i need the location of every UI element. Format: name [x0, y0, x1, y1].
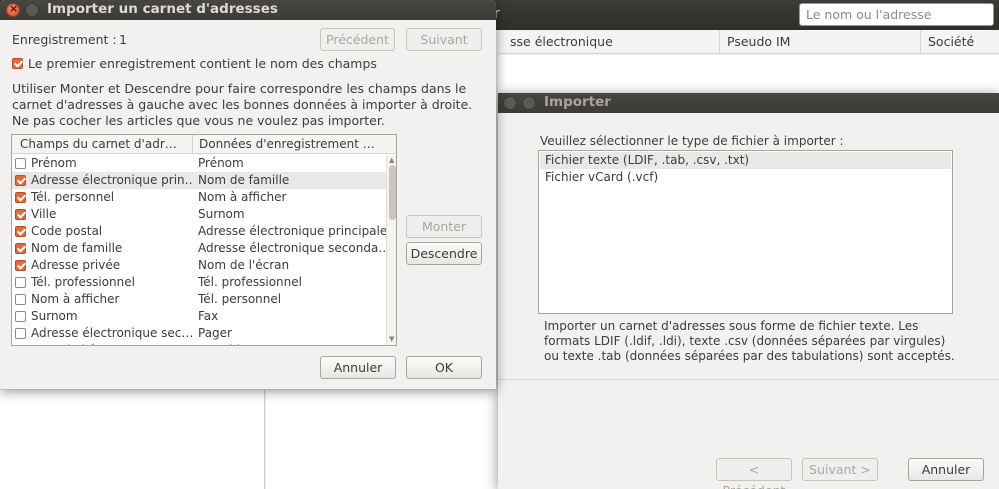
- record-data-value: Nom de l'écran: [198, 258, 290, 272]
- column-divider: [920, 30, 921, 54]
- record-data-value: Nom de famille: [198, 173, 290, 187]
- record-data-value: Portable: [198, 343, 386, 345]
- search-input[interactable]: Le nom ou l'adresse: [799, 3, 994, 26]
- record-data-value: Fax: [198, 309, 219, 323]
- file-type-prompt: Veuillez sélectionner le type de fichier…: [540, 134, 844, 148]
- wizard-cancel-button[interactable]: Annuler: [908, 458, 984, 481]
- address-book-field: Adresse électronique prin…: [31, 173, 194, 187]
- table-row[interactable]: Nom de famille Adresse électronique secon…: [12, 240, 386, 257]
- table-row[interactable]: Prénom Prénom: [12, 155, 386, 172]
- address-book-field: Ville: [31, 207, 57, 221]
- contacts-pane: [266, 390, 498, 489]
- table-row[interactable]: Adresse électronique sec… Pager: [12, 325, 386, 342]
- scroll-down-icon[interactable]: ▼: [389, 335, 394, 343]
- table-header: Champs du carnet d'adr… Données d'enregi…: [12, 135, 396, 154]
- address-book-field: Prénom: [31, 156, 77, 170]
- close-icon[interactable]: ×: [6, 2, 20, 17]
- wizard-previous-button[interactable]: < Précédent: [716, 458, 792, 489]
- record-data-value: Nom à afficher: [198, 190, 287, 204]
- field-include-checkbox[interactable]: [15, 345, 26, 346]
- move-up-button[interactable]: Monter: [406, 215, 482, 238]
- field-include-checkbox[interactable]: [15, 260, 26, 271]
- close-icon[interactable]: [503, 96, 517, 110]
- address-book-field: Nom à afficher: [31, 292, 120, 306]
- first-row-header-checkbox[interactable]: [12, 58, 23, 69]
- table-scrollbar[interactable]: ▲ ▼: [386, 155, 396, 345]
- address-book-field: Nom de l'écran: [31, 343, 194, 345]
- address-book-field: Tél. personnel: [31, 190, 115, 204]
- field-include-checkbox[interactable]: [15, 311, 26, 322]
- address-book-directory-pane: [0, 390, 265, 489]
- mapping-instructions: Utiliser Monter et Descendre pour faire …: [12, 81, 473, 128]
- column-company[interactable]: Société: [928, 34, 974, 49]
- field-include-checkbox[interactable]: [15, 328, 26, 339]
- column-email[interactable]: sse électronique: [510, 34, 613, 49]
- file-type-description: Importer un carnet d'adresses sous forme…: [544, 319, 955, 363]
- field-include-checkbox[interactable]: [15, 294, 26, 305]
- table-row[interactable]: Adresse privée Nom de l'écran: [12, 257, 386, 274]
- table-row[interactable]: Nom de l'écran Portable: [12, 342, 386, 346]
- record-label: Enregistrement :: [12, 32, 117, 47]
- record-data-value: Tél. personnel: [198, 292, 282, 306]
- import-address-book-dialog: × Importer un carnet d'adresses Enregist…: [0, 0, 496, 389]
- minimize-icon[interactable]: [522, 96, 536, 110]
- move-down-button[interactable]: Descendre: [406, 242, 482, 265]
- record-data-value: Adresse électronique principale: [198, 224, 386, 238]
- scroll-up-icon[interactable]: ▲: [389, 156, 394, 164]
- table-row[interactable]: Nom à afficher Tél. personnel: [12, 291, 386, 308]
- field-include-checkbox[interactable]: [15, 226, 26, 237]
- file-type-list[interactable]: Fichier texte (LDIF, .tab, .csv, .txt) F…: [538, 150, 953, 314]
- file-type-text[interactable]: Fichier texte (LDIF, .tab, .csv, .txt): [540, 152, 951, 169]
- field-mapping-table[interactable]: Champs du carnet d'adr… Données d'enregi…: [11, 134, 397, 346]
- field-include-checkbox[interactable]: [15, 243, 26, 254]
- cancel-button[interactable]: Annuler: [320, 356, 396, 379]
- minimize-icon[interactable]: [25, 3, 39, 17]
- column-record-data[interactable]: Données d'enregistrement …: [199, 137, 384, 151]
- import-wizard-titlebar: Importer: [498, 93, 999, 113]
- ok-button[interactable]: OK: [406, 356, 482, 379]
- previous-record-button[interactable]: Précédent: [320, 28, 395, 51]
- field-include-checkbox[interactable]: [15, 175, 26, 186]
- table-row[interactable]: Tél. professionnel Tél. professionnel: [12, 274, 386, 291]
- record-data-value: Prénom: [198, 156, 244, 170]
- table-row[interactable]: Tél. personnel Nom à afficher: [12, 189, 386, 206]
- address-book-field: Adresse privée: [31, 258, 121, 272]
- column-divider: [719, 30, 720, 54]
- address-book-field: Nom de famille: [31, 241, 123, 255]
- record-data-value: Tél. professionnel: [198, 275, 302, 289]
- file-type-vcard[interactable]: Fichier vCard (.vcf): [540, 169, 951, 186]
- table-row[interactable]: Ville Surnom: [12, 206, 386, 223]
- first-row-header-label[interactable]: Le premier enregistrement contient le no…: [28, 56, 377, 71]
- field-include-checkbox[interactable]: [15, 158, 26, 169]
- divider: [498, 379, 999, 380]
- record-number: 1: [119, 32, 127, 47]
- field-include-checkbox[interactable]: [15, 209, 26, 220]
- column-im-nick[interactable]: Pseudo IM: [727, 34, 790, 49]
- column-address-book-fields[interactable]: Champs du carnet d'adr…: [20, 137, 188, 151]
- address-book-field: Code postal: [31, 224, 103, 238]
- table-row[interactable]: Adresse électronique prin… Nom de famille: [12, 172, 386, 189]
- import-wizard-title: Importer: [544, 94, 611, 110]
- dialog-titlebar: × Importer un carnet d'adresses: [0, 0, 496, 20]
- column-divider: [192, 135, 193, 154]
- record-data-value: Surnom: [198, 207, 245, 221]
- record-data-value: Pager: [198, 326, 232, 340]
- address-book-field: Surnom: [31, 309, 78, 323]
- field-include-checkbox[interactable]: [15, 192, 26, 203]
- contacts-column-header: sse électronique Pseudo IM Société: [498, 30, 999, 54]
- table-row[interactable]: Code postal Adresse électronique principa…: [12, 223, 386, 240]
- record-data-value: Adresse électronique seconda…: [198, 241, 386, 255]
- contacts-list: [498, 55, 999, 95]
- next-record-button[interactable]: Suivant: [406, 28, 482, 51]
- table-row[interactable]: Surnom Fax: [12, 308, 386, 325]
- import-wizard-dialog: Importer Veuillez sélectionner le type d…: [498, 93, 999, 489]
- wizard-next-button[interactable]: Suivant >: [802, 458, 878, 481]
- field-include-checkbox[interactable]: [15, 277, 26, 288]
- address-book-field: Tél. professionnel: [31, 275, 135, 289]
- dialog-title: Importer un carnet d'adresses: [47, 1, 278, 17]
- scrollbar-thumb[interactable]: [389, 165, 396, 220]
- address-book-field: Adresse électronique sec…: [31, 326, 194, 340]
